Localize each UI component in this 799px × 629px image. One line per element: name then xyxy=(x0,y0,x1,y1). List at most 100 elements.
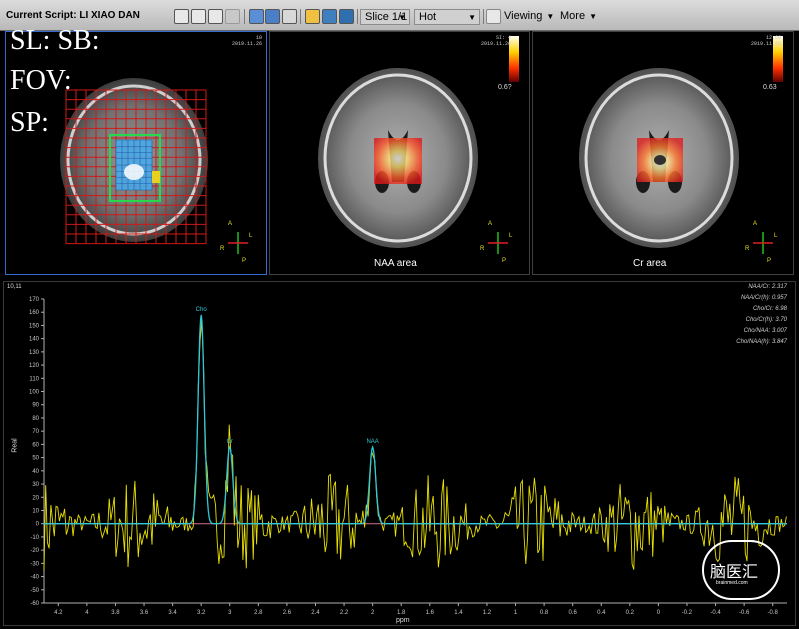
x-tick-label: -0.4 xyxy=(710,610,721,616)
toolbar-separator xyxy=(300,9,301,24)
x-tick-label: 3.6 xyxy=(140,610,149,616)
x-tick-label: -0.2 xyxy=(682,610,693,616)
overlay-fov: FOV: xyxy=(10,65,72,96)
x-tick-label: 4.2 xyxy=(54,610,63,616)
orient-posterior: P xyxy=(502,258,507,264)
report-list-icon[interactable] xyxy=(208,9,223,24)
report-icon[interactable] xyxy=(174,9,189,24)
chevron-down-icon: ▼ xyxy=(546,12,555,21)
viewport-info: SI: 4 2019.11.26 xyxy=(481,35,511,47)
layout-icon[interactable] xyxy=(249,9,264,24)
orient-right: R xyxy=(220,246,225,252)
disabled-tool-icon[interactable] xyxy=(225,9,240,24)
y-tick-label: 20 xyxy=(32,495,39,501)
y-tick-label: 160 xyxy=(29,310,40,316)
x-tick-label: -0.8 xyxy=(768,610,779,616)
brain-naa-image xyxy=(318,36,519,254)
chevron-down-icon: ▼ xyxy=(398,13,406,22)
toolbar-separator xyxy=(357,9,358,24)
brainmed-watermark: 脑医汇 brainmed.com xyxy=(702,540,780,600)
peak-label: Cho xyxy=(196,307,208,313)
more-menu[interactable]: More ▼ xyxy=(560,8,597,24)
toolbar-separator xyxy=(244,9,245,24)
brain-cr-image xyxy=(579,36,783,254)
spectrum-panel[interactable]: 10,11 NAA/Cr: 2.317 NAA/Cr(h): 0.957 Cho… xyxy=(3,281,796,626)
toolbar: Current Script: LI XIAO DAN Slice 1/1 ▼ H… xyxy=(0,0,799,31)
report-edit-icon[interactable] xyxy=(191,9,206,24)
y-tick-label: 170 xyxy=(29,297,40,303)
viewport-grid[interactable]: SL: SB: FOV: SP: 10 2019.11.26 A R L P xyxy=(5,26,267,275)
y-tick-label: -10 xyxy=(30,535,39,541)
x-tick-label: 0.8 xyxy=(540,610,549,616)
grid-view-icon[interactable] xyxy=(322,9,337,24)
ruler-icon[interactable] xyxy=(486,9,501,24)
y-tick-label: -30 xyxy=(30,561,39,567)
current-script-label: Current Script: LI XIAO DAN xyxy=(6,8,140,24)
chevron-down-icon: ▼ xyxy=(589,12,597,21)
y-tick-label: 30 xyxy=(32,482,39,488)
x-tick-label: 2.8 xyxy=(254,610,263,616)
naa-area-caption: NAA area xyxy=(374,258,417,269)
y-tick-label: 70 xyxy=(32,429,39,435)
viewport-info: 10 2019.11.26 xyxy=(232,35,262,47)
viewport-naa[interactable]: SI: 4 2019.11.26 0.6? NAA area A R L P xyxy=(269,31,530,275)
script-title-prefix: Current Script: xyxy=(6,10,80,21)
toolbar-separator xyxy=(483,9,484,24)
y-tick-label: -50 xyxy=(30,588,39,594)
y-tick-label: 140 xyxy=(29,337,40,343)
x-tick-label: 3.8 xyxy=(111,610,120,616)
x-tick-label: 1.8 xyxy=(397,610,406,616)
colorbar-value: 0.6? xyxy=(498,84,512,91)
script-patient-name: LI XIAO DAN xyxy=(79,10,140,21)
image-stack-icon[interactable] xyxy=(265,9,280,24)
y-tick-label: 120 xyxy=(29,363,40,369)
y-tick-label: 0 xyxy=(36,522,40,528)
y-tick-label: 60 xyxy=(32,442,39,448)
watermark-cn: 脑医汇 xyxy=(710,562,759,581)
watermark-en: brainmed.com xyxy=(716,580,748,586)
spectrum-chart: 1701601501401301201101009080706050403020… xyxy=(29,297,787,616)
y-tick-label: 110 xyxy=(29,376,39,382)
layers-icon[interactable] xyxy=(282,9,297,24)
pointer-tool-icon[interactable] xyxy=(305,9,320,24)
y-tick-label: 90 xyxy=(32,403,39,409)
x-tick-label: 1.6 xyxy=(426,610,435,616)
cr-area-caption: Cr area xyxy=(633,258,667,269)
slice-dropdown[interactable]: Slice 1/1 ▼ xyxy=(360,9,410,25)
viewing-menu[interactable]: Viewing ▼ xyxy=(504,8,554,24)
x-tick-label: 0.4 xyxy=(597,610,606,616)
x-tick-label: 0.2 xyxy=(626,610,635,616)
x-tick-label: 3.4 xyxy=(168,610,177,616)
y-tick-label: -40 xyxy=(30,575,39,581)
matrix-view-icon[interactable] xyxy=(339,9,354,24)
x-tick-label: 2.2 xyxy=(340,610,349,616)
overlay-sp: SP: xyxy=(10,107,49,138)
orient-left: L xyxy=(774,233,778,239)
y-tick-label: -60 xyxy=(30,601,39,607)
x-tick-label: 0 xyxy=(657,610,661,616)
viewing-label: Viewing xyxy=(504,10,543,22)
orient-posterior: P xyxy=(242,258,247,264)
x-tick-label: 2.4 xyxy=(311,610,320,616)
viewport-cr[interactable]: 12.68 2019.11.26 0.63 Cr area A R L P xyxy=(532,31,794,275)
x-tick-label: 2.6 xyxy=(283,610,292,616)
orient-posterior: P xyxy=(767,258,772,264)
colorbar-value: 0.63 xyxy=(763,84,777,91)
y-tick-label: 130 xyxy=(29,350,40,356)
orient-anterior: A xyxy=(488,221,493,227)
chevron-down-icon: ▼ xyxy=(468,13,476,22)
x-tick-label: -0.6 xyxy=(739,610,750,616)
info-date: 2019.11.26 xyxy=(750,41,781,47)
peak-label: NAA xyxy=(366,439,378,445)
peak-label: Cr xyxy=(227,439,233,445)
x-tick-label: 0.6 xyxy=(569,610,578,616)
y-tick-label: -20 xyxy=(30,548,39,554)
orient-left: L xyxy=(249,233,253,239)
y-tick-label: 150 xyxy=(29,323,40,329)
x-tick-label: 1 xyxy=(514,610,518,616)
y-tick-label: 80 xyxy=(32,416,39,422)
more-label: More xyxy=(560,10,586,22)
raw-signal-series xyxy=(43,320,787,571)
colormap-dropdown[interactable]: Hot ▼ xyxy=(414,9,480,25)
x-tick-label: 3 xyxy=(228,610,232,616)
